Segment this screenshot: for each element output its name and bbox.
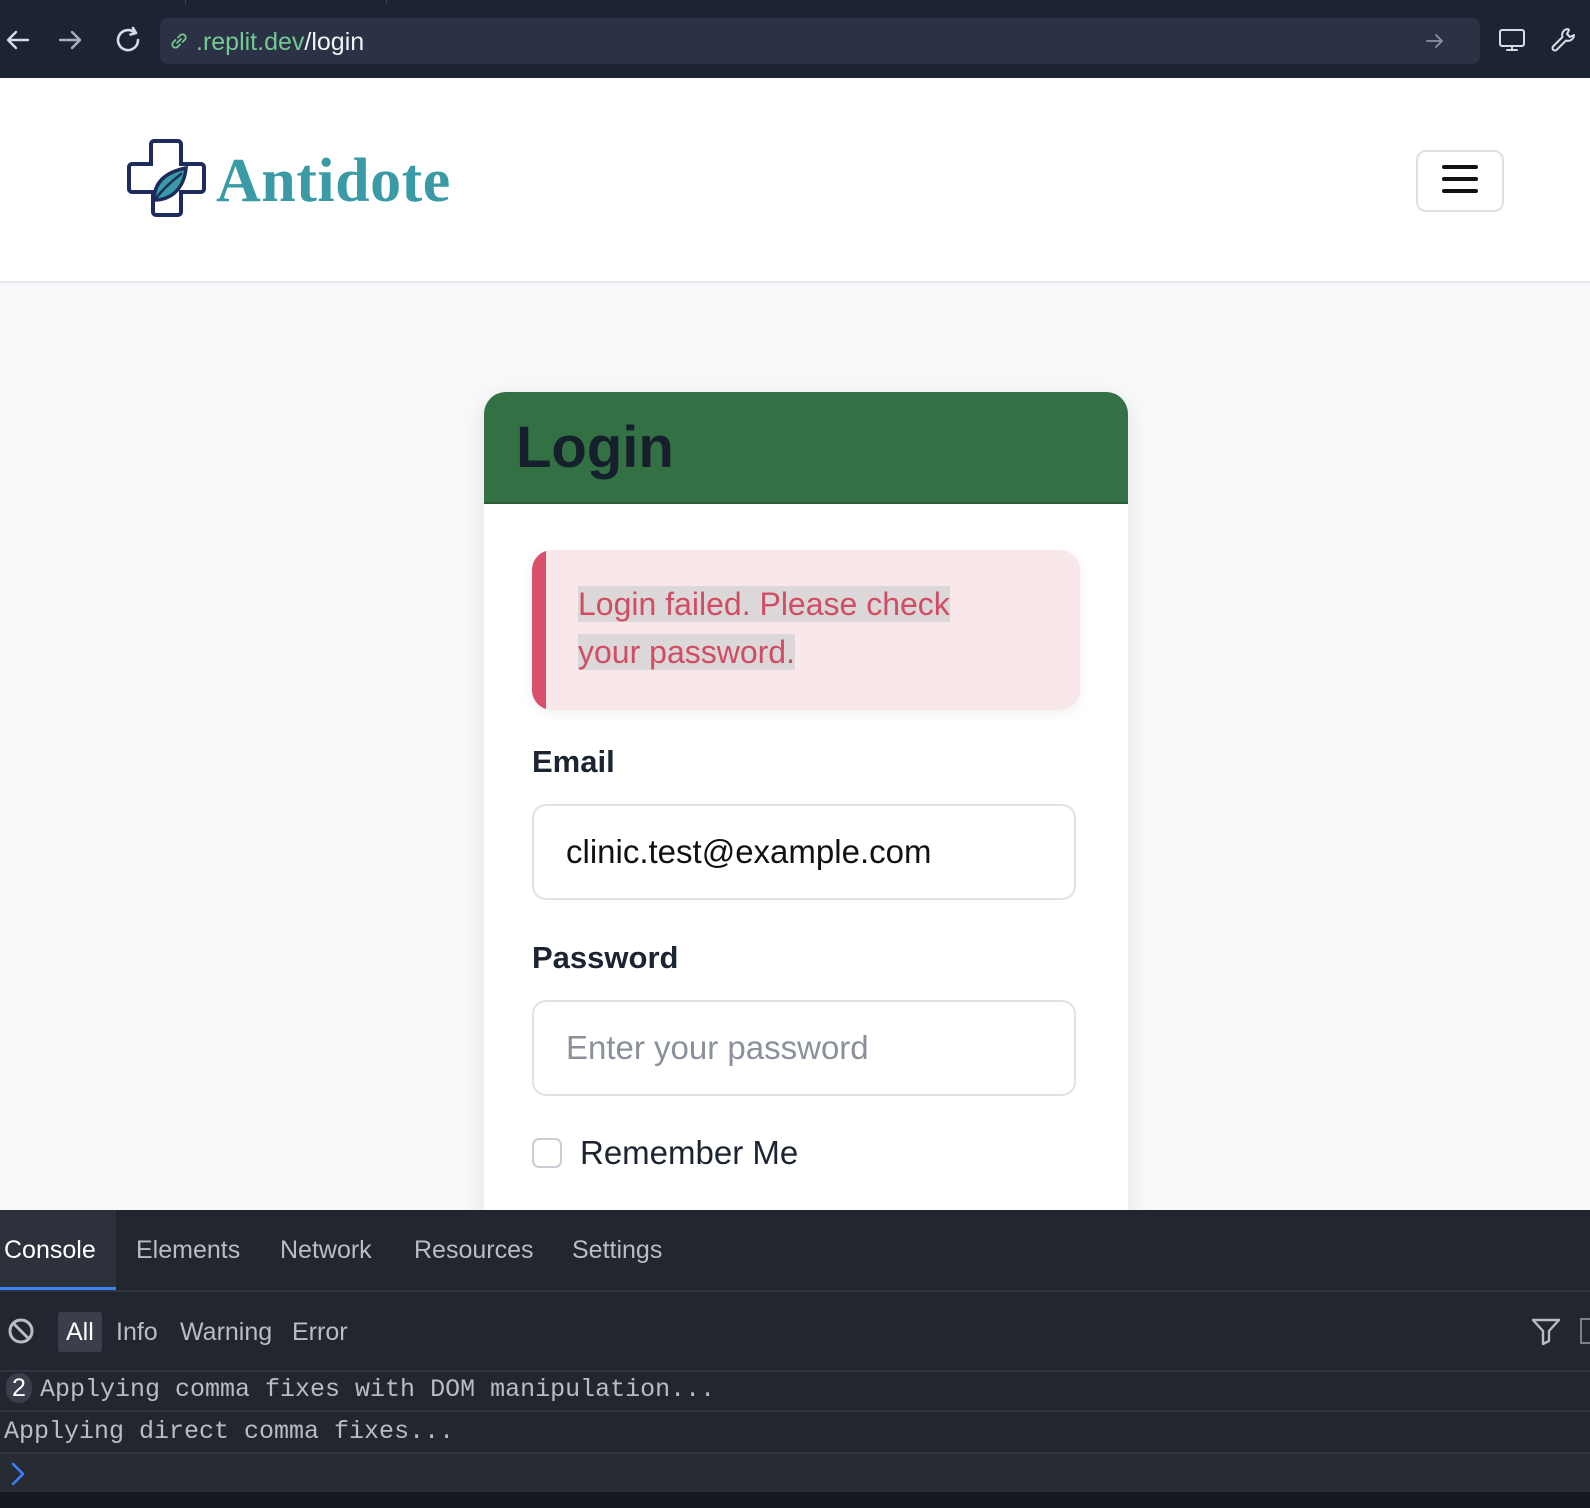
monitor-icon[interactable] bbox=[1494, 22, 1530, 58]
console-log-line: Applying direct comma fixes... bbox=[0, 1412, 1590, 1454]
console-filter-bar: All Info Warning Error bbox=[0, 1292, 1590, 1372]
login-card-header: Login bbox=[484, 392, 1128, 504]
remember-me-checkbox[interactable] bbox=[532, 1138, 562, 1168]
web-page: Antidote Login Login failed. Please chec… bbox=[0, 78, 1590, 1210]
site-navbar: Antidote bbox=[0, 78, 1590, 283]
log-text: Applying direct comma fixes... bbox=[4, 1417, 455, 1446]
console-log-line: 2 Applying comma fixes with DOM manipulat… bbox=[0, 1370, 1590, 1412]
alert-message: Login failed. Please check your password… bbox=[578, 580, 950, 676]
site-logo[interactable]: Antidote bbox=[126, 138, 451, 225]
url-path: /login bbox=[304, 28, 365, 56]
password-field[interactable] bbox=[532, 1000, 1076, 1096]
tab-console[interactable]: Console bbox=[0, 1210, 116, 1290]
tab-settings[interactable]: Settings bbox=[572, 1210, 662, 1290]
url-host: .replit.dev bbox=[196, 28, 305, 56]
prompt-chevron-icon bbox=[8, 1460, 28, 1493]
remember-me-label[interactable]: Remember Me bbox=[580, 1134, 798, 1172]
url-bar[interactable]: .replit.dev/login bbox=[160, 18, 1480, 64]
filter-all[interactable]: All bbox=[58, 1312, 102, 1352]
tab-resources[interactable]: Resources bbox=[414, 1210, 534, 1290]
log-count-badge: 2 bbox=[6, 1373, 32, 1403]
menu-toggle-button[interactable] bbox=[1416, 150, 1504, 212]
filter-funnel-icon[interactable] bbox=[1530, 1316, 1562, 1351]
error-alert: Login failed. Please check your password… bbox=[532, 550, 1080, 710]
alert-line-2: your password. bbox=[578, 634, 795, 670]
tab-network[interactable]: Network bbox=[280, 1210, 372, 1290]
link-icon bbox=[168, 30, 190, 57]
tab-strip bbox=[185, 0, 387, 4]
hamburger-icon bbox=[1440, 163, 1480, 200]
devtools-panel: Console Elements Network Resources Setti… bbox=[0, 1210, 1590, 1508]
remember-me-row[interactable]: Remember Me bbox=[532, 1134, 798, 1172]
alert-line-1: Login failed. Please check bbox=[578, 586, 950, 622]
reload-icon[interactable] bbox=[110, 22, 146, 58]
console-input[interactable] bbox=[0, 1454, 1590, 1494]
log-text: Applying comma fixes with DOM manipulati… bbox=[40, 1375, 716, 1404]
devtools-tabs: Console Elements Network Resources Setti… bbox=[0, 1210, 1590, 1292]
brand-name: Antidote bbox=[216, 147, 451, 215]
email-field[interactable] bbox=[532, 804, 1076, 900]
wrench-icon[interactable] bbox=[1546, 22, 1582, 58]
back-icon[interactable] bbox=[0, 22, 36, 58]
login-card: Login Login failed. Please check your pa… bbox=[484, 392, 1128, 1210]
medical-cross-leaf-icon bbox=[126, 138, 210, 225]
filter-info[interactable]: Info bbox=[116, 1312, 158, 1352]
email-label: Email bbox=[532, 744, 615, 779]
forward-icon[interactable] bbox=[52, 22, 88, 58]
password-label: Password bbox=[532, 940, 679, 975]
filter-error[interactable]: Error bbox=[292, 1312, 348, 1352]
alert-accent-bar bbox=[532, 550, 546, 710]
copy-icon[interactable] bbox=[1580, 1318, 1590, 1344]
tab-elements[interactable]: Elements bbox=[136, 1210, 240, 1290]
clear-console-icon[interactable] bbox=[6, 1316, 36, 1351]
filter-warning[interactable]: Warning bbox=[180, 1312, 272, 1352]
url-text: .replit.dev/login bbox=[196, 28, 364, 57]
window-bottom-edge bbox=[0, 1492, 1590, 1508]
browser-toolbar: .replit.dev/login bbox=[0, 0, 1590, 78]
login-title: Login bbox=[516, 415, 674, 480]
go-icon[interactable] bbox=[1424, 30, 1446, 57]
